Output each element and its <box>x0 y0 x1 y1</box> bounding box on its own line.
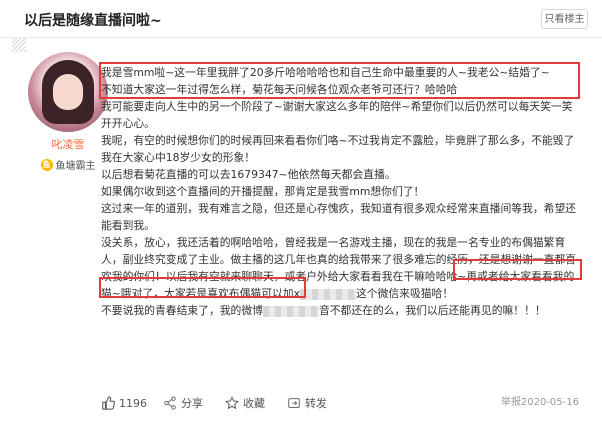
post-paragraph: 不要说我的青春结束了，我的微博 音不都还在的么，我们以后还能再见的嘛！！！ <box>101 302 579 319</box>
post-paragraph: 以后想看菊花直播的可以去1679347~他依然每天都会直播。 <box>101 168 396 181</box>
share-icon <box>164 396 176 410</box>
forward-label: 转发 <box>305 397 327 410</box>
username[interactable]: 叱凌雪 <box>28 136 108 152</box>
post-content: 我是雪mm啦~这一年里我胖了20多斤哈哈哈哈也和自己生命中最重要的人~我老公~结… <box>101 64 579 319</box>
post-paragraph: 如果偶尔收到这个直播间的开播提醒，那肯定是我雪mm想你们了！ <box>101 185 425 198</box>
post-text: 不要说我的青春结束了，我的微博 <box>101 304 263 317</box>
post-paragraph: 我呢，有空的时候想你们的时候再回来看看你们咯~不过我肯定不露脸，毕竟胖了那么多，… <box>101 134 575 164</box>
post-footer: 1196 分享 收藏 转发 举报 2020-05-16 <box>101 392 579 414</box>
post-paragraph: 这过来一年的道别，我有难言之隐，但还是心存愧疚，我知道有很多观众经常来直播间等我… <box>101 202 577 232</box>
quote-mark-icon <box>12 38 26 52</box>
post-paragraph: 不知道大家这一年过得怎么样，菊花每天问候各位观众老爷可还行？哈哈哈 <box>101 83 458 96</box>
share-label: 分享 <box>181 397 203 410</box>
badge-label: 鱼塘霸主 <box>55 161 96 172</box>
post-text: 没关系，放心，我还活着的啊哈哈哈，曾经我是一名游戏主播， <box>101 236 404 249</box>
like-button[interactable]: 1196 <box>101 392 147 414</box>
collect-label: 收藏 <box>243 397 265 410</box>
like-icon <box>102 396 115 410</box>
post-text: 这个微信来吸猫哈！ <box>355 287 454 300</box>
blurred-weibo-name <box>262 305 319 317</box>
blurred-wechat-id <box>299 288 356 300</box>
post-paragraph: 我是雪mm啦~这一年里我胖了20多斤哈哈哈哈也和自己生命中最重要的人~我老公~结… <box>101 66 550 79</box>
collect-icon <box>225 396 239 410</box>
post-paragraph: 我可能要走向人生中的另一个阶段了~谢谢大家这么多年的陪伴~希望你们以后仍然可以每… <box>101 100 573 130</box>
forward-icon <box>288 398 300 408</box>
post-date: 2020-05-16 <box>520 397 579 408</box>
page-header: 以后是随缘直播间啦~ 只看楼主 <box>0 0 602 38</box>
forward-button[interactable]: 转发 <box>287 392 327 414</box>
avatar[interactable] <box>28 52 108 132</box>
post-text: 音不都还在的么，我们以后还能再见的嘛！！！ <box>318 304 546 317</box>
post-paragraph: 没关系，放心，我还活着的啊哈哈哈，曾经我是一名游戏主播，现在的我是一名专业的布偶… <box>101 234 579 302</box>
user-badge: 鱼 鱼塘霸主 <box>28 156 108 173</box>
fish-badge-icon: 鱼 <box>40 158 53 171</box>
collect-button[interactable]: 收藏 <box>225 392 265 414</box>
report-link[interactable]: 举报 <box>501 392 521 414</box>
page-title: 以后是随缘直播间啦~ <box>24 13 162 29</box>
share-button[interactable]: 分享 <box>163 392 203 414</box>
only-author-button[interactable]: 只看楼主 <box>541 9 588 29</box>
like-count: 1196 <box>119 396 147 410</box>
